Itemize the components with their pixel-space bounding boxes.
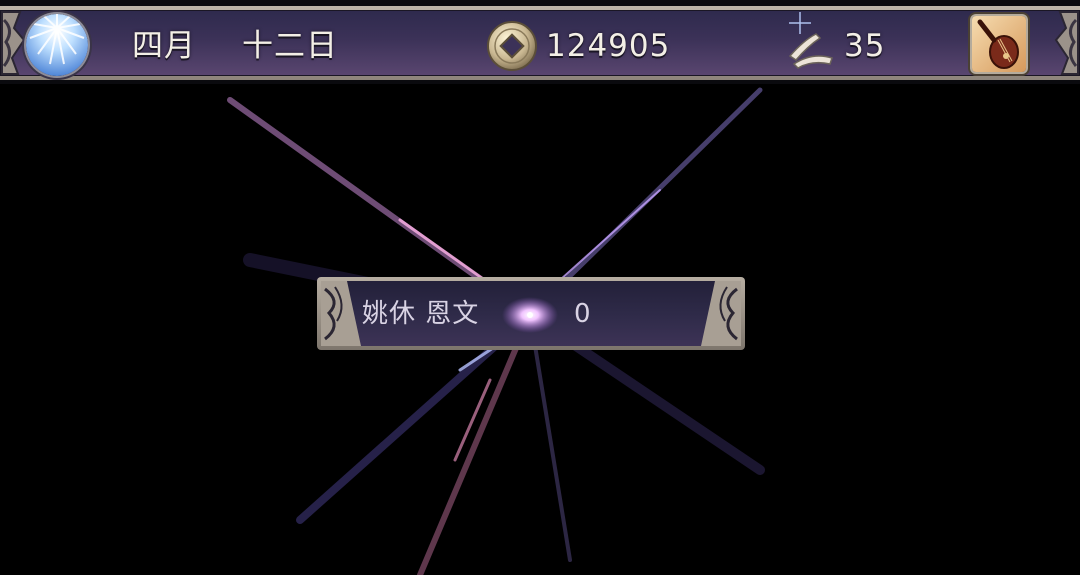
sun-icon[interactable] xyxy=(26,14,88,76)
character-name: 姚休 恩文 xyxy=(362,299,480,329)
ticket-icon xyxy=(788,12,833,69)
banner-ornament-right-icon xyxy=(701,281,741,346)
coin-icon xyxy=(487,21,537,71)
day-label: 十二日 xyxy=(242,28,338,64)
sparkle-icon xyxy=(502,297,558,333)
ornament-right-icon xyxy=(1054,11,1079,75)
month-label: 四月 xyxy=(132,28,196,64)
top-status-bar: 四月 十二日 124905 35 xyxy=(0,0,1080,84)
coin-count: 124905 xyxy=(546,28,671,64)
pipa-icon[interactable] xyxy=(972,16,1026,72)
ticket-count: 35 xyxy=(844,28,886,64)
affection-value: 0 xyxy=(574,299,591,329)
